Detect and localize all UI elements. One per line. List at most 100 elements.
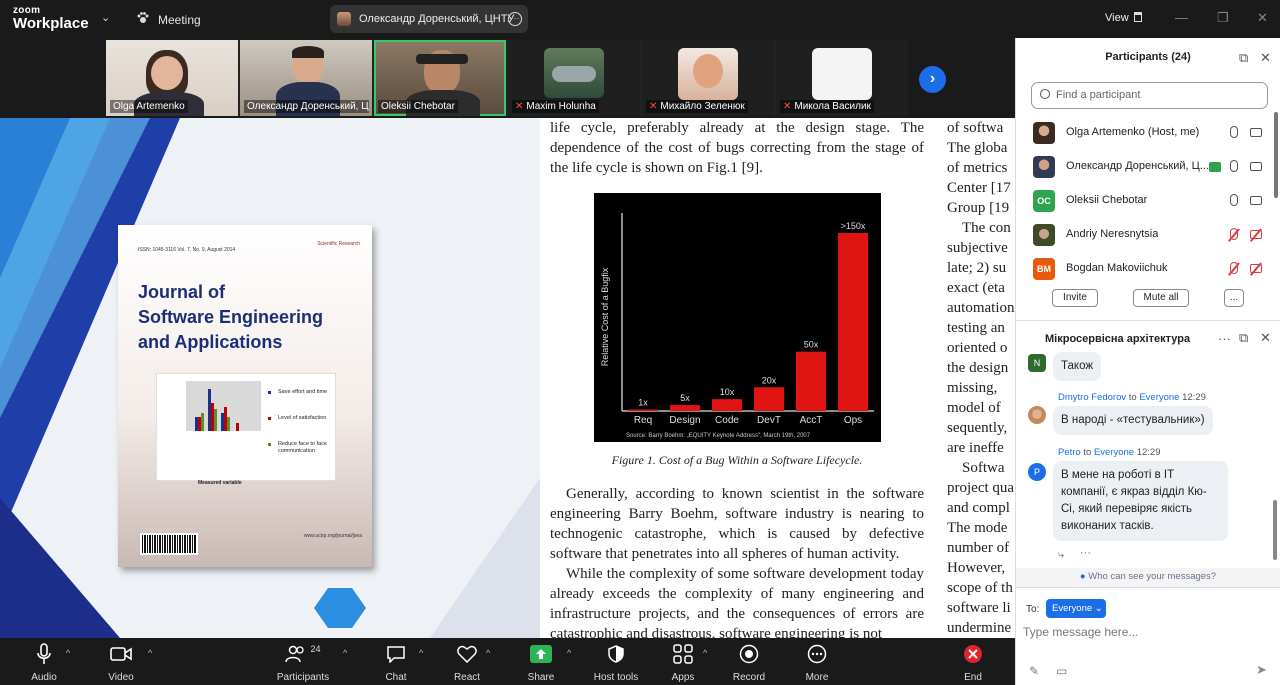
paragraph: Generally, according to known scientist … (550, 486, 924, 562)
participant-row[interactable]: Olga Artemenko (Host, me) (1016, 116, 1278, 150)
share-options-caret[interactable]: ^ (567, 648, 571, 658)
video-camera-icon[interactable] (1250, 196, 1262, 205)
react-options-caret[interactable]: ^ (486, 648, 490, 658)
invite-button[interactable]: Invite (1052, 289, 1098, 307)
meeting-label[interactable]: Meeting (158, 13, 201, 27)
chat-scrollbar[interactable] (1273, 500, 1277, 560)
participant-search-input[interactable]: Find a participant (1031, 82, 1268, 109)
participant-figure (416, 54, 468, 64)
chat-message: В мене на роботі в IT компанії, є якраз … (1053, 461, 1228, 541)
chat-bubble-icon (387, 646, 405, 663)
video-camera-icon[interactable] (1250, 128, 1262, 137)
video-tile[interactable]: ✕ Maxim Holunha (508, 40, 640, 116)
chat-message-input[interactable]: Type message here... (1023, 625, 1138, 639)
zoom-logo[interactable]: zoom Workplace (13, 6, 89, 32)
video-button[interactable]: Video (91, 642, 151, 683)
document-right-column: of softwa The globa of metrics Center [17 Gr… (940, 118, 1015, 638)
text-line: sequently, (947, 420, 1008, 436)
minimize-icon[interactable]: — (1175, 10, 1188, 25)
next-page-button[interactable]: › (919, 66, 946, 93)
host-tools-button[interactable]: Host tools (586, 642, 646, 683)
record-button[interactable]: Record (719, 642, 779, 683)
participants-scrollbar[interactable] (1274, 112, 1278, 198)
recipient-dropdown[interactable]: Everyone ⌄ (1046, 599, 1106, 618)
video-options-caret[interactable]: ^ (148, 648, 152, 658)
close-icon[interactable]: ✕ (1260, 330, 1271, 346)
pop-out-icon[interactable]: ⧉ (1239, 330, 1248, 346)
journal-title-line: Software Engineering (138, 307, 324, 327)
participant-list: Olga Artemenko (Host, me) Олександр Доре… (1016, 116, 1278, 286)
video-tile-active[interactable]: Oleksii Chebotar (374, 40, 506, 116)
paw-icon (137, 12, 149, 23)
audio-options-caret[interactable]: ^ (66, 648, 70, 658)
close-icon[interactable]: ✕ (1260, 50, 1271, 66)
apps-options-caret[interactable]: ^ (703, 648, 707, 658)
message-more-icon[interactable]: ··· (1080, 547, 1091, 559)
participant-row[interactable]: BM Bogdan Makoviichuk (1016, 252, 1278, 286)
cover-issn: ISSN: 1045-3116 Vol. 7, No. 9, August 20… (138, 247, 236, 253)
who-can-see-text: Who can see your messages? (1088, 571, 1217, 582)
chevron-down-icon[interactable]: ⌄ (101, 11, 110, 24)
file-icon[interactable]: ▭ (1056, 664, 1067, 678)
end-icon (964, 645, 982, 663)
data-label: 10x (720, 387, 735, 397)
video-tile[interactable]: ✕ Микола Василик (776, 40, 908, 116)
more-icon[interactable]: ··· (508, 12, 522, 26)
chat-options-caret[interactable]: ^ (419, 648, 423, 658)
journal-title-line: Journal of (138, 282, 226, 302)
video-camera-icon[interactable] (1250, 162, 1262, 171)
video-tile[interactable]: Olga Artemenko (106, 40, 238, 116)
participants-more-button[interactable]: ... (1224, 289, 1244, 307)
pop-out-icon[interactable]: ⧉ (1239, 50, 1248, 66)
bug-cost-chart: Relative Cost of a Bugfix 1x Req 5x Design 10… (600, 213, 874, 439)
format-text-icon[interactable]: ✎ (1029, 664, 1039, 678)
bar (711, 399, 743, 411)
video-tile[interactable]: Олександр Доренський, Ц... (240, 40, 372, 116)
avatar: OC (1033, 190, 1055, 212)
text-line: testing an (947, 320, 1005, 336)
to-label: To: (1026, 604, 1040, 615)
zoom-window: zoom Workplace ⌄ Meeting Олександр Дорен… (0, 0, 1280, 685)
participant-name: Andriy Neresnytsia (1066, 228, 1159, 240)
avatar (1033, 156, 1055, 178)
reply-icon[interactable]: ⤷ (1058, 549, 1064, 562)
microphone-icon[interactable] (1230, 160, 1238, 172)
tick-label: Code (715, 415, 739, 426)
participant-row[interactable]: Олександр Доренський, Ц... (1016, 150, 1278, 184)
end-label: End (964, 672, 982, 683)
participants-button[interactable]: 24 Participants (273, 642, 333, 683)
view-grid-icon[interactable] (1134, 12, 1142, 22)
text-line: Center [17 (947, 180, 1011, 196)
chat-button[interactable]: Chat (366, 642, 426, 683)
who-can-see-link[interactable]: ● Who can see your messages? (1016, 568, 1280, 588)
microphone-icon[interactable] (1230, 126, 1238, 138)
participant-row[interactable]: OC Oleksii Chebotar (1016, 184, 1278, 218)
legend-item: Save effort and time (278, 389, 328, 395)
recipient-value: Everyone (1052, 603, 1093, 614)
share-button[interactable]: Share (511, 642, 571, 683)
mute-all-button[interactable]: Mute all (1133, 289, 1189, 307)
legend-item: Reduce face to face communication (278, 441, 327, 454)
legend-item: Level of satisfaction (278, 415, 327, 421)
participant-row[interactable]: Andriy Neresnytsia (1016, 218, 1278, 252)
logo-line2: Workplace (13, 15, 89, 32)
chat-more-icon[interactable]: ··· (1218, 331, 1231, 346)
chat-input-divider (1016, 587, 1280, 588)
video-tile[interactable]: ✕ Михайло Зеленюк (642, 40, 774, 116)
send-icon[interactable]: ➤ (1256, 662, 1267, 678)
figure-caption: Figure 1. Cost of a Bug Within a Softwar… (611, 453, 863, 467)
maximize-icon[interactable]: ❐ (1217, 10, 1229, 26)
text-line: Softwa (962, 460, 1005, 476)
more-button[interactable]: More (787, 642, 847, 683)
view-label[interactable]: View (1105, 12, 1129, 24)
active-speaker-pill[interactable]: Олександр Доренський, ЦНТУ ··· (330, 5, 528, 33)
close-icon[interactable]: ✕ (1257, 10, 1268, 26)
y-axis-label: Relative Cost of a Bugfix (600, 267, 610, 366)
participants-options-caret[interactable]: ^ (343, 648, 347, 658)
shield-icon (608, 645, 624, 663)
end-meeting-button[interactable]: End (943, 642, 1003, 683)
audio-button[interactable]: Audio (14, 642, 74, 683)
message-header: Petro to Everyone 12:29 (1058, 447, 1161, 458)
microphone-icon[interactable] (1230, 194, 1238, 206)
measured-variable-label: Measured variable (198, 480, 242, 486)
